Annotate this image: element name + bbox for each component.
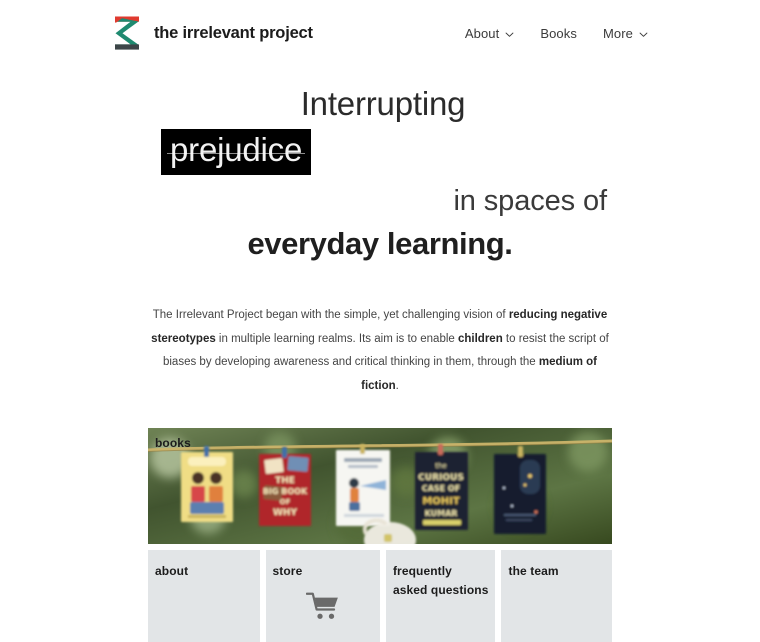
hero-line-4: everyday learning.: [247, 226, 513, 262]
hero-line-1: Interrupting: [300, 85, 466, 122]
tile-team[interactable]: the team: [501, 550, 612, 642]
intro-bold-children: children: [457, 332, 503, 345]
tile-faq[interactable]: frequently asked questions: [385, 550, 496, 642]
tile-team-label: the team: [508, 564, 559, 579]
nav-item-books-label: Books: [540, 25, 577, 41]
hero-line-3: in spaces of: [453, 184, 607, 217]
svg-text:CURIOUS: CURIOUS: [418, 473, 464, 483]
svg-text:the: the: [435, 462, 447, 470]
shopping-cart-icon: [266, 592, 380, 621]
brand-name: the irrelevant project: [154, 23, 313, 42]
intro-paragraph: The Irrelevant Project began with the si…: [147, 304, 613, 398]
nav-item-more[interactable]: More: [603, 26, 648, 41]
nav-item-books[interactable]: Books: [540, 26, 577, 41]
tile-faq-label: frequently asked questions: [392, 564, 489, 597]
site-header: the irrelevant project About Books More: [0, 0, 760, 66]
svg-text:MOHIT: MOHIT: [422, 496, 460, 507]
hero-section: Interrupting prejudice in spaces of ever…: [0, 85, 760, 262]
hero-struck-word: prejudice: [161, 128, 312, 175]
chevron-down-icon: [639, 30, 648, 39]
tile-grid: THE BIG BOOK OF WHY the CURIOUS CASE OF …: [148, 428, 612, 642]
tile-books-label: books: [155, 436, 191, 451]
main-navigation: About Books More: [465, 26, 648, 41]
books-banner-photo: THE BIG BOOK OF WHY the CURIOUS CASE OF …: [148, 428, 612, 545]
nav-item-about[interactable]: About: [465, 26, 514, 41]
tile-row: about store frequently asked questions t…: [148, 550, 612, 642]
chevron-down-icon: [505, 30, 514, 39]
nav-item-more-label: More: [602, 25, 633, 41]
tile-books-banner[interactable]: THE BIG BOOK OF WHY the CURIOUS CASE OF …: [148, 428, 612, 545]
nav-item-about-label: About: [464, 25, 500, 41]
hero-headline: Interrupting prejudice in spaces of ever…: [145, 85, 615, 262]
tile-store-label: store: [272, 564, 303, 579]
intro-text-2: in multiple learning realms. Its aim is …: [215, 332, 458, 345]
tile-store[interactable]: store: [265, 550, 380, 642]
irrelevant-project-z-logo-icon: [112, 16, 142, 50]
svg-text:OF: OF: [280, 498, 291, 506]
svg-text:WHY: WHY: [273, 508, 297, 518]
hero-line-2-wrapper: prejudice: [145, 128, 615, 175]
svg-text:CASE OF: CASE OF: [422, 484, 460, 493]
tile-about[interactable]: about: [148, 550, 260, 642]
intro-text-4: .: [395, 379, 399, 392]
svg-text:KUMAR: KUMAR: [425, 509, 458, 518]
brand-logo-link[interactable]: the irrelevant project: [112, 16, 313, 50]
intro-text-1: The Irrelevant Project began with the si…: [152, 309, 509, 322]
svg-text:THE: THE: [275, 476, 295, 486]
svg-text:BIG BOOK: BIG BOOK: [263, 487, 308, 496]
tile-about-label: about: [155, 564, 189, 579]
